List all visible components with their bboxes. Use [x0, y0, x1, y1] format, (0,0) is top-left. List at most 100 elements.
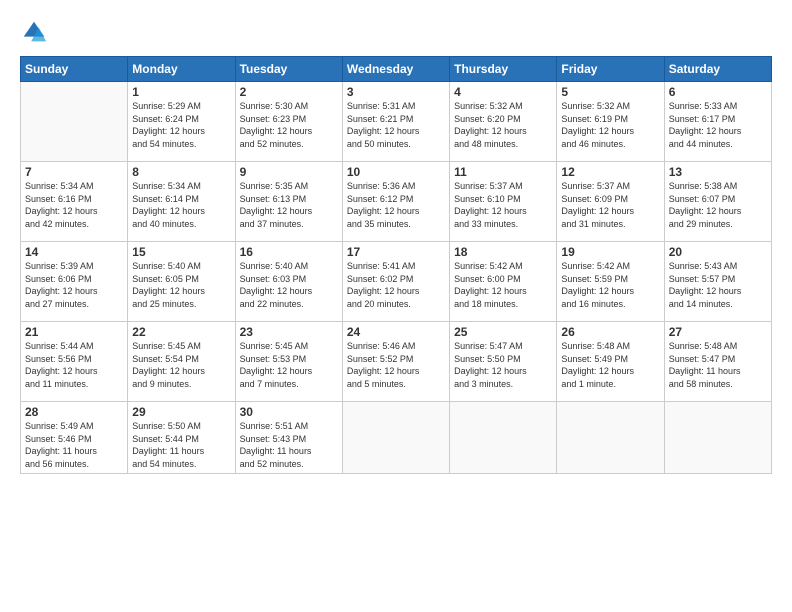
- calendar-cell: [557, 402, 664, 474]
- calendar-cell: [21, 82, 128, 162]
- calendar-cell: 19Sunrise: 5:42 AM Sunset: 5:59 PM Dayli…: [557, 242, 664, 322]
- calendar-cell: 12Sunrise: 5:37 AM Sunset: 6:09 PM Dayli…: [557, 162, 664, 242]
- day-info: Sunrise: 5:33 AM Sunset: 6:17 PM Dayligh…: [669, 100, 767, 150]
- day-number: 12: [561, 165, 659, 179]
- day-number: 17: [347, 245, 445, 259]
- calendar-cell: [450, 402, 557, 474]
- calendar-cell: 29Sunrise: 5:50 AM Sunset: 5:44 PM Dayli…: [128, 402, 235, 474]
- week-row-2: 7Sunrise: 5:34 AM Sunset: 6:16 PM Daylig…: [21, 162, 772, 242]
- day-info: Sunrise: 5:39 AM Sunset: 6:06 PM Dayligh…: [25, 260, 123, 310]
- week-row-1: 1Sunrise: 5:29 AM Sunset: 6:24 PM Daylig…: [21, 82, 772, 162]
- day-number: 10: [347, 165, 445, 179]
- calendar-cell: 6Sunrise: 5:33 AM Sunset: 6:17 PM Daylig…: [664, 82, 771, 162]
- day-header-sunday: Sunday: [21, 57, 128, 82]
- day-number: 4: [454, 85, 552, 99]
- day-info: Sunrise: 5:43 AM Sunset: 5:57 PM Dayligh…: [669, 260, 767, 310]
- calendar-cell: 23Sunrise: 5:45 AM Sunset: 5:53 PM Dayli…: [235, 322, 342, 402]
- calendar-cell: 28Sunrise: 5:49 AM Sunset: 5:46 PM Dayli…: [21, 402, 128, 474]
- day-info: Sunrise: 5:45 AM Sunset: 5:53 PM Dayligh…: [240, 340, 338, 390]
- week-row-5: 28Sunrise: 5:49 AM Sunset: 5:46 PM Dayli…: [21, 402, 772, 474]
- day-info: Sunrise: 5:35 AM Sunset: 6:13 PM Dayligh…: [240, 180, 338, 230]
- day-info: Sunrise: 5:34 AM Sunset: 6:14 PM Dayligh…: [132, 180, 230, 230]
- day-number: 5: [561, 85, 659, 99]
- calendar-cell: 9Sunrise: 5:35 AM Sunset: 6:13 PM Daylig…: [235, 162, 342, 242]
- day-number: 3: [347, 85, 445, 99]
- calendar-cell: 10Sunrise: 5:36 AM Sunset: 6:12 PM Dayli…: [342, 162, 449, 242]
- page: SundayMondayTuesdayWednesdayThursdayFrid…: [0, 0, 792, 612]
- day-number: 28: [25, 405, 123, 419]
- day-number: 20: [669, 245, 767, 259]
- day-header-monday: Monday: [128, 57, 235, 82]
- day-number: 16: [240, 245, 338, 259]
- day-header-tuesday: Tuesday: [235, 57, 342, 82]
- day-info: Sunrise: 5:42 AM Sunset: 5:59 PM Dayligh…: [561, 260, 659, 310]
- calendar-cell: 24Sunrise: 5:46 AM Sunset: 5:52 PM Dayli…: [342, 322, 449, 402]
- day-header-wednesday: Wednesday: [342, 57, 449, 82]
- logo-icon: [20, 18, 48, 46]
- day-number: 14: [25, 245, 123, 259]
- day-info: Sunrise: 5:46 AM Sunset: 5:52 PM Dayligh…: [347, 340, 445, 390]
- day-info: Sunrise: 5:29 AM Sunset: 6:24 PM Dayligh…: [132, 100, 230, 150]
- day-info: Sunrise: 5:36 AM Sunset: 6:12 PM Dayligh…: [347, 180, 445, 230]
- calendar-cell: 4Sunrise: 5:32 AM Sunset: 6:20 PM Daylig…: [450, 82, 557, 162]
- day-number: 23: [240, 325, 338, 339]
- day-number: 8: [132, 165, 230, 179]
- day-info: Sunrise: 5:42 AM Sunset: 6:00 PM Dayligh…: [454, 260, 552, 310]
- calendar-cell: 17Sunrise: 5:41 AM Sunset: 6:02 PM Dayli…: [342, 242, 449, 322]
- calendar-cell: 11Sunrise: 5:37 AM Sunset: 6:10 PM Dayli…: [450, 162, 557, 242]
- day-number: 6: [669, 85, 767, 99]
- day-info: Sunrise: 5:30 AM Sunset: 6:23 PM Dayligh…: [240, 100, 338, 150]
- calendar-cell: 2Sunrise: 5:30 AM Sunset: 6:23 PM Daylig…: [235, 82, 342, 162]
- logo: [20, 18, 52, 46]
- calendar-table: SundayMondayTuesdayWednesdayThursdayFrid…: [20, 56, 772, 474]
- day-info: Sunrise: 5:40 AM Sunset: 6:03 PM Dayligh…: [240, 260, 338, 310]
- calendar-cell: 16Sunrise: 5:40 AM Sunset: 6:03 PM Dayli…: [235, 242, 342, 322]
- day-info: Sunrise: 5:38 AM Sunset: 6:07 PM Dayligh…: [669, 180, 767, 230]
- calendar-cell: 26Sunrise: 5:48 AM Sunset: 5:49 PM Dayli…: [557, 322, 664, 402]
- day-header-friday: Friday: [557, 57, 664, 82]
- week-row-4: 21Sunrise: 5:44 AM Sunset: 5:56 PM Dayli…: [21, 322, 772, 402]
- day-number: 13: [669, 165, 767, 179]
- calendar-cell: 22Sunrise: 5:45 AM Sunset: 5:54 PM Dayli…: [128, 322, 235, 402]
- day-number: 26: [561, 325, 659, 339]
- day-info: Sunrise: 5:32 AM Sunset: 6:19 PM Dayligh…: [561, 100, 659, 150]
- day-info: Sunrise: 5:31 AM Sunset: 6:21 PM Dayligh…: [347, 100, 445, 150]
- calendar-cell: 3Sunrise: 5:31 AM Sunset: 6:21 PM Daylig…: [342, 82, 449, 162]
- header-row: SundayMondayTuesdayWednesdayThursdayFrid…: [21, 57, 772, 82]
- day-number: 1: [132, 85, 230, 99]
- day-number: 9: [240, 165, 338, 179]
- calendar-cell: 8Sunrise: 5:34 AM Sunset: 6:14 PM Daylig…: [128, 162, 235, 242]
- day-info: Sunrise: 5:45 AM Sunset: 5:54 PM Dayligh…: [132, 340, 230, 390]
- day-info: Sunrise: 5:50 AM Sunset: 5:44 PM Dayligh…: [132, 420, 230, 470]
- day-number: 30: [240, 405, 338, 419]
- calendar-cell: [664, 402, 771, 474]
- calendar-cell: 20Sunrise: 5:43 AM Sunset: 5:57 PM Dayli…: [664, 242, 771, 322]
- day-number: 29: [132, 405, 230, 419]
- day-info: Sunrise: 5:40 AM Sunset: 6:05 PM Dayligh…: [132, 260, 230, 310]
- calendar-cell: 25Sunrise: 5:47 AM Sunset: 5:50 PM Dayli…: [450, 322, 557, 402]
- day-info: Sunrise: 5:37 AM Sunset: 6:09 PM Dayligh…: [561, 180, 659, 230]
- day-number: 22: [132, 325, 230, 339]
- day-info: Sunrise: 5:32 AM Sunset: 6:20 PM Dayligh…: [454, 100, 552, 150]
- calendar-cell: 27Sunrise: 5:48 AM Sunset: 5:47 PM Dayli…: [664, 322, 771, 402]
- day-number: 24: [347, 325, 445, 339]
- day-number: 11: [454, 165, 552, 179]
- calendar-cell: 5Sunrise: 5:32 AM Sunset: 6:19 PM Daylig…: [557, 82, 664, 162]
- calendar-cell: 14Sunrise: 5:39 AM Sunset: 6:06 PM Dayli…: [21, 242, 128, 322]
- day-info: Sunrise: 5:47 AM Sunset: 5:50 PM Dayligh…: [454, 340, 552, 390]
- day-number: 7: [25, 165, 123, 179]
- calendar-cell: 1Sunrise: 5:29 AM Sunset: 6:24 PM Daylig…: [128, 82, 235, 162]
- calendar-cell: 30Sunrise: 5:51 AM Sunset: 5:43 PM Dayli…: [235, 402, 342, 474]
- week-row-3: 14Sunrise: 5:39 AM Sunset: 6:06 PM Dayli…: [21, 242, 772, 322]
- calendar-cell: 18Sunrise: 5:42 AM Sunset: 6:00 PM Dayli…: [450, 242, 557, 322]
- calendar-cell: 15Sunrise: 5:40 AM Sunset: 6:05 PM Dayli…: [128, 242, 235, 322]
- day-number: 19: [561, 245, 659, 259]
- calendar-cell: 7Sunrise: 5:34 AM Sunset: 6:16 PM Daylig…: [21, 162, 128, 242]
- day-info: Sunrise: 5:34 AM Sunset: 6:16 PM Dayligh…: [25, 180, 123, 230]
- day-info: Sunrise: 5:37 AM Sunset: 6:10 PM Dayligh…: [454, 180, 552, 230]
- day-info: Sunrise: 5:49 AM Sunset: 5:46 PM Dayligh…: [25, 420, 123, 470]
- calendar-cell: 13Sunrise: 5:38 AM Sunset: 6:07 PM Dayli…: [664, 162, 771, 242]
- day-header-thursday: Thursday: [450, 57, 557, 82]
- header: [20, 18, 772, 46]
- calendar-cell: [342, 402, 449, 474]
